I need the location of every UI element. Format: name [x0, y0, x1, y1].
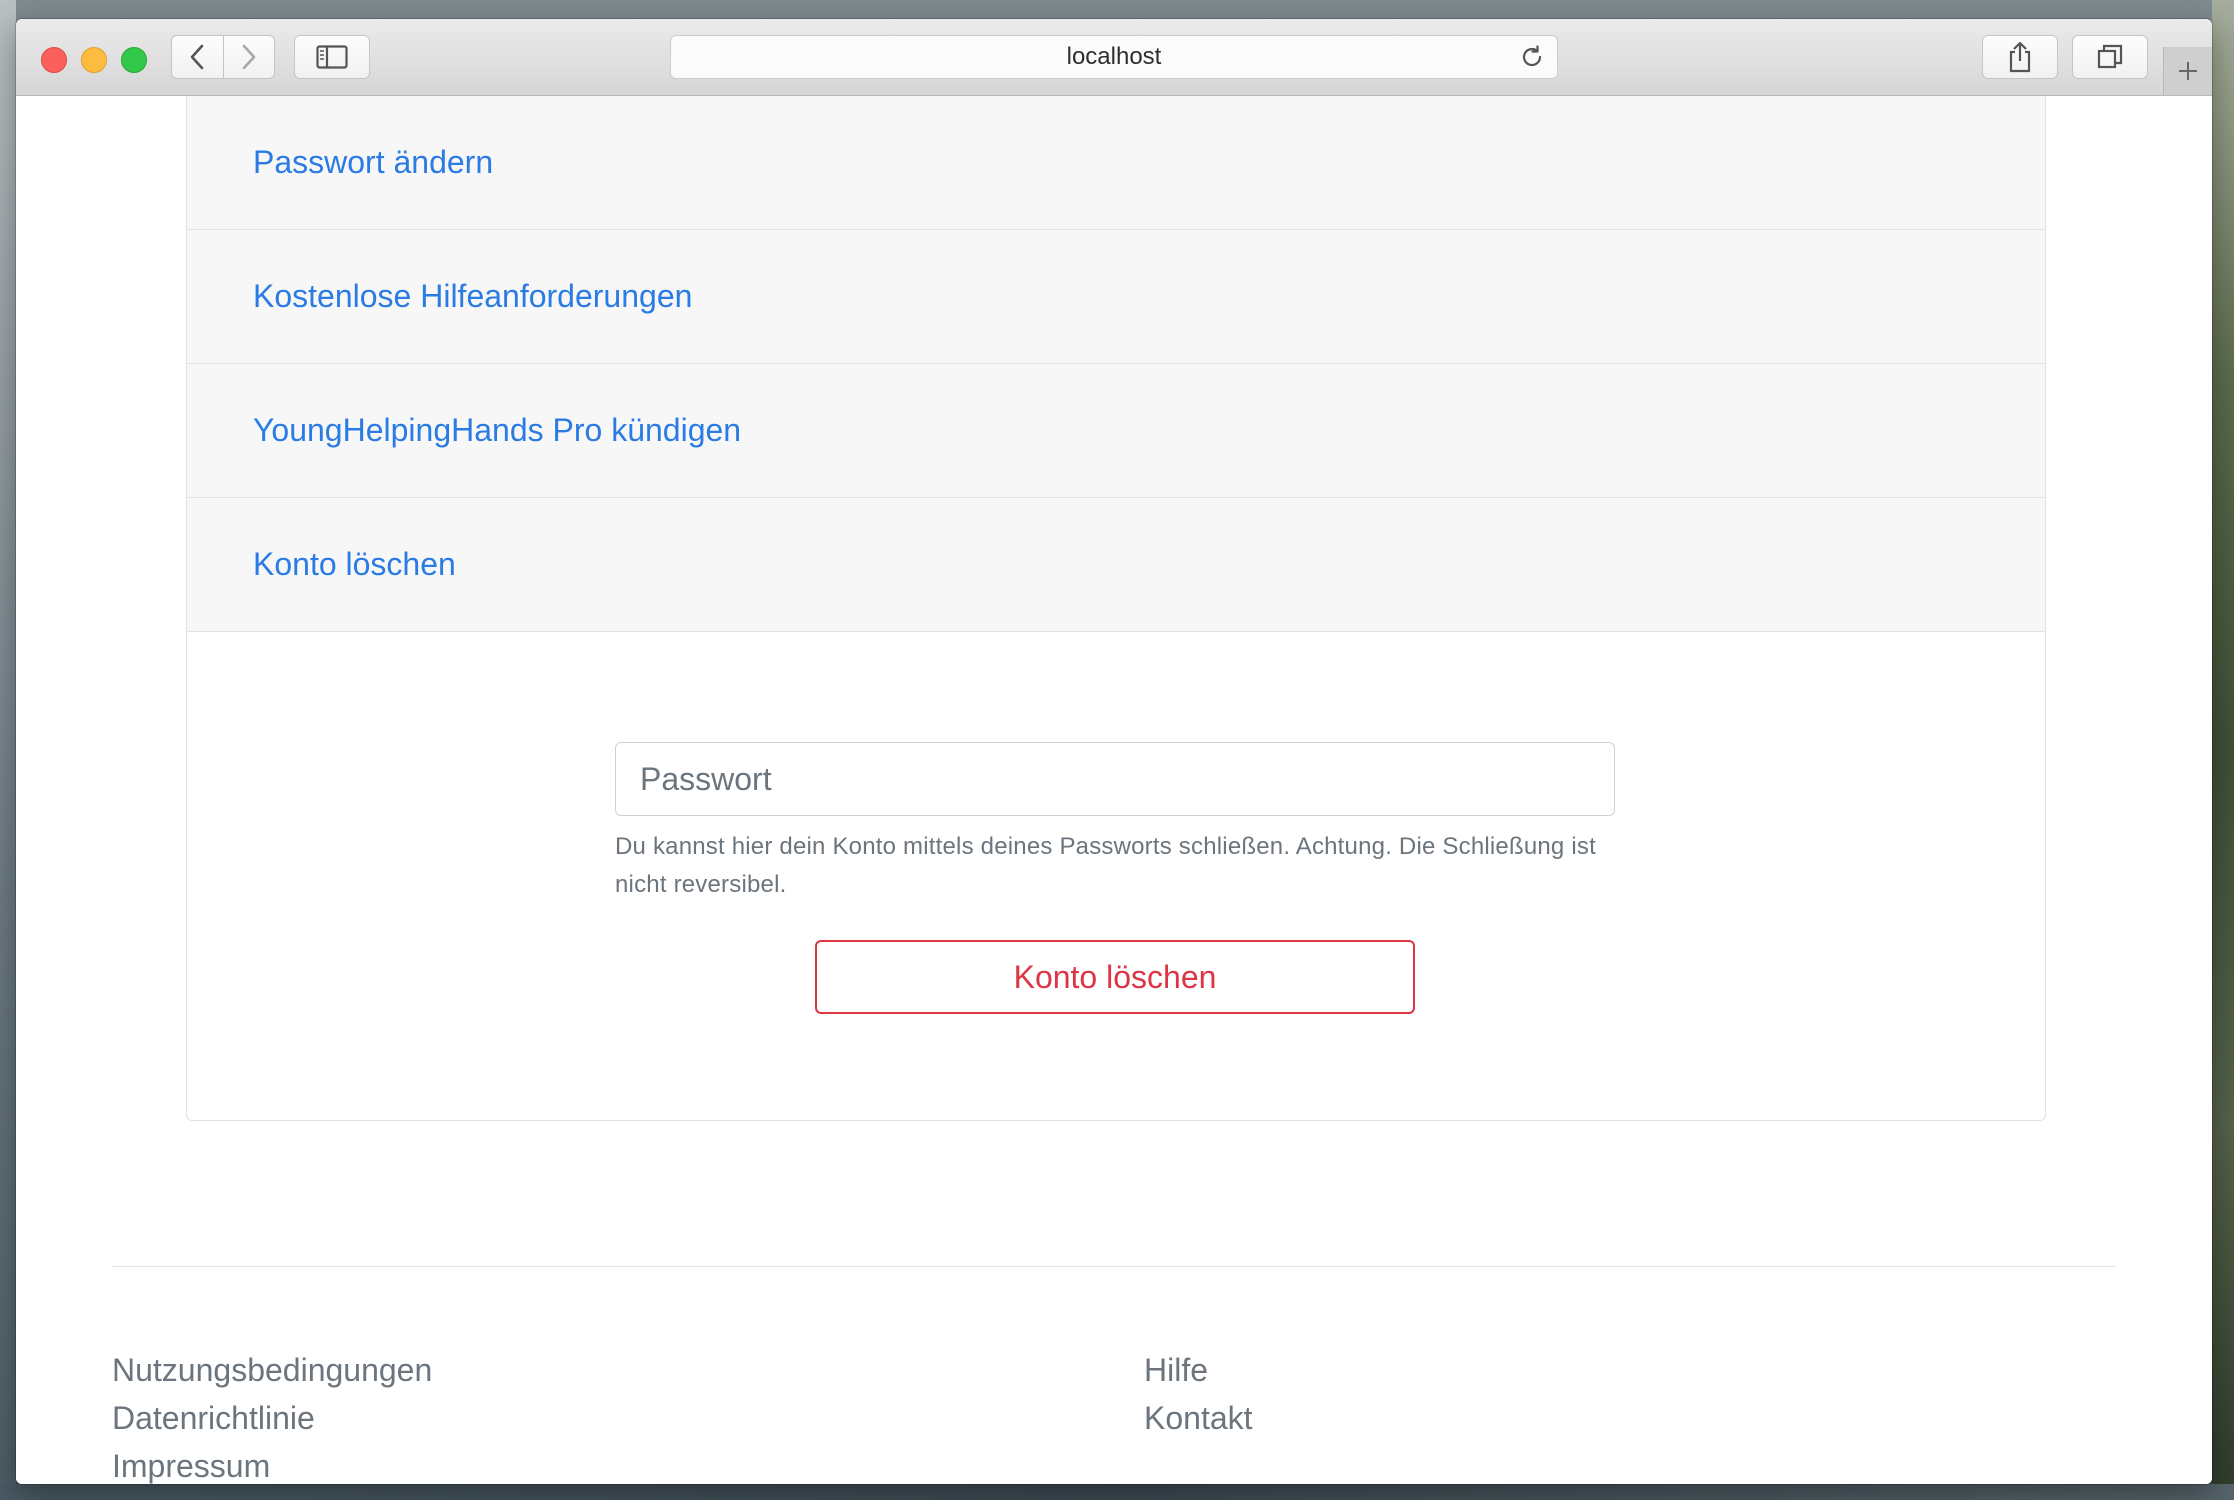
delete-account-button[interactable]: Konto löschen	[815, 940, 1415, 1014]
share-button[interactable]	[1982, 35, 2058, 79]
sidebar-icon	[316, 45, 348, 69]
footer-link-contact[interactable]: Kontakt	[1144, 1394, 1253, 1442]
tabs-overview-button[interactable]	[2072, 35, 2148, 79]
footer-links-left: Nutzungsbedingungen Datenrichtlinie Impr…	[112, 1346, 432, 1484]
desktop-wallpaper-bottom	[0, 1484, 2234, 1500]
change-password-link[interactable]: Passwort ändern	[253, 144, 493, 181]
footer-divider	[112, 1266, 2116, 1267]
footer-link-privacy[interactable]: Datenrichtlinie	[112, 1394, 432, 1442]
accordion-header-delete-account[interactable]: Konto löschen	[187, 498, 2045, 632]
address-bar[interactable]: localhost	[670, 35, 1558, 79]
account-settings-accordion: Passwort ändern Kostenlose Hilfeanforder…	[186, 96, 2046, 1121]
minimize-window-button[interactable]	[81, 47, 107, 73]
share-icon	[2009, 41, 2031, 73]
tabs-icon	[2097, 44, 2123, 69]
address-text: localhost	[1066, 43, 1162, 70]
delete-account-link[interactable]: Konto löschen	[253, 546, 456, 583]
zoom-window-button[interactable]	[121, 47, 147, 73]
back-button[interactable]	[172, 36, 224, 78]
forward-button[interactable]	[224, 36, 275, 78]
browser-toolbar: localhost	[16, 19, 2212, 96]
sidebar-button[interactable]	[294, 35, 370, 79]
reload-icon[interactable]	[1519, 44, 1545, 70]
footer-link-imprint[interactable]: Impressum	[112, 1442, 432, 1484]
accordion-header-cancel-pro[interactable]: YoungHelpingHands Pro kündigen	[187, 364, 2045, 498]
navigation-buttons	[171, 35, 275, 79]
footer-link-terms[interactable]: Nutzungsbedingungen	[112, 1346, 432, 1394]
close-window-button[interactable]	[41, 47, 67, 73]
free-help-requests-link[interactable]: Kostenlose Hilfeanforderungen	[253, 278, 692, 315]
footer-link-help[interactable]: Hilfe	[1144, 1346, 1253, 1394]
accordion-header-change-password[interactable]: Passwort ändern	[187, 96, 2045, 230]
plus-icon	[2179, 62, 2197, 80]
page-content: Passwort ändern Kostenlose Hilfeanforder…	[16, 96, 2212, 1484]
delete-account-help-text: Du kannst hier dein Konto mittels deines…	[615, 833, 1596, 898]
accordion-header-free-requests[interactable]: Kostenlose Hilfeanforderungen	[187, 230, 2045, 364]
password-input[interactable]	[615, 742, 1615, 816]
delete-account-panel: Du kannst hier dein Konto mittels deines…	[187, 632, 2045, 1130]
footer-links-right: Hilfe Kontakt	[1144, 1346, 1253, 1442]
browser-window: localhost Passwort ändern Kostenlose Hil…	[16, 19, 2212, 1484]
cancel-pro-link[interactable]: YoungHelpingHands Pro kündigen	[253, 412, 741, 449]
new-tab-button[interactable]	[2163, 47, 2212, 95]
chevron-left-icon	[190, 44, 204, 70]
desktop-wallpaper-left	[0, 0, 16, 1500]
chevron-right-icon	[242, 44, 256, 70]
desktop-wallpaper-right	[2212, 0, 2234, 1500]
